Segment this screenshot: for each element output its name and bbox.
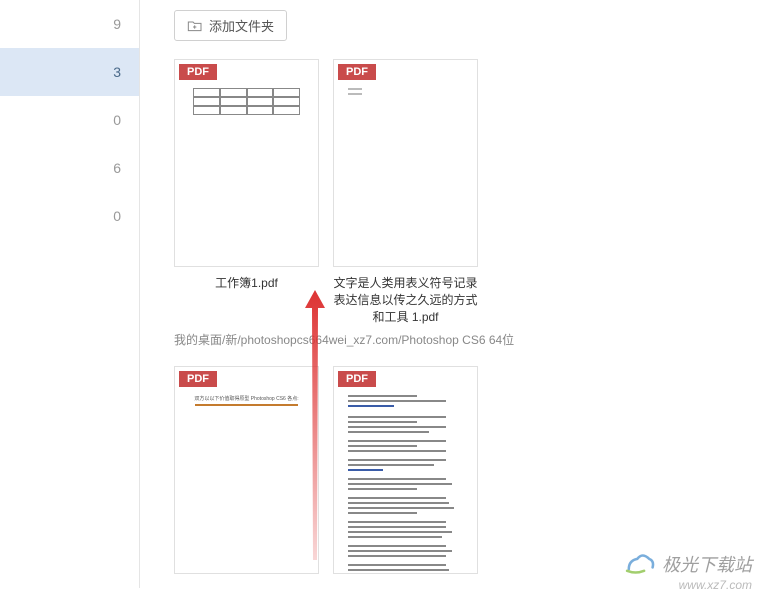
sidebar-count: 9 xyxy=(113,16,121,32)
add-folder-label: 添加文件夹 xyxy=(209,16,274,35)
folder-plus-icon xyxy=(187,19,203,33)
toolbar: 添加文件夹 xyxy=(174,0,750,51)
sidebar-count: 3 xyxy=(113,64,121,80)
pdf-badge: PDF xyxy=(338,371,376,387)
doc-preview xyxy=(334,367,477,574)
table-preview xyxy=(193,88,300,115)
main-area: 添加文件夹 PDF 工作簿1.pdf xyxy=(140,0,766,588)
file-card[interactable]: PDF 双方以以下价值取得原型 Photoshop CS6 各点: xyxy=(174,366,319,574)
doc-title-line: 双方以以下价值取得原型 Photoshop CS6 各点: xyxy=(183,395,310,402)
file-name: 文字是人类用表义符号记录表达信息以传之久远的方式和工具 1.pdf xyxy=(333,275,478,325)
breadcrumb: 我的桌面/新/photoshopcs664wei_xz7.com/Photosh… xyxy=(156,325,750,358)
sidebar-item-3[interactable]: 6 xyxy=(0,144,139,192)
file-card[interactable]: PDF 文字是人类用表义符号记录表达信息以传之久远的方式和工具 1.pdf xyxy=(333,59,478,325)
file-grid-2: PDF 双方以以下价值取得原型 Photoshop CS6 各点: PDF xyxy=(156,358,750,574)
file-thumbnail: PDF xyxy=(174,59,319,267)
sidebar-item-1[interactable]: 3 xyxy=(0,48,139,96)
add-folder-button[interactable]: 添加文件夹 xyxy=(174,10,287,41)
doc-link-line xyxy=(195,404,298,406)
sidebar-item-0[interactable]: 9 xyxy=(0,0,139,48)
watermark-logo-icon xyxy=(622,550,656,578)
watermark: 极光下载站 www.xz7.com xyxy=(622,550,752,578)
file-card[interactable]: PDF 工作簿1.pdf xyxy=(174,59,319,325)
watermark-text: 极光下载站 xyxy=(662,551,752,577)
sidebar-item-2[interactable]: 0 xyxy=(0,96,139,144)
sidebar-count: 0 xyxy=(113,208,121,224)
watermark-url: www.xz7.com xyxy=(679,578,752,592)
file-name: 工作簿1.pdf xyxy=(215,275,278,292)
sidebar-count: 6 xyxy=(113,160,121,176)
sidebar-count: 0 xyxy=(113,112,121,128)
sidebar-item-4[interactable]: 0 xyxy=(0,192,139,240)
pdf-badge: PDF xyxy=(338,64,376,80)
pdf-badge: PDF xyxy=(179,64,217,80)
file-thumbnail: PDF xyxy=(333,366,478,574)
file-thumbnail: PDF 双方以以下价值取得原型 Photoshop CS6 各点: xyxy=(174,366,319,574)
file-grid: PDF 工作簿1.pdf PDF xyxy=(156,51,750,325)
file-thumbnail: PDF xyxy=(333,59,478,267)
file-card[interactable]: PDF xyxy=(333,366,478,574)
sidebar: 9 3 0 6 0 xyxy=(0,0,140,588)
pdf-badge: PDF xyxy=(179,371,217,387)
